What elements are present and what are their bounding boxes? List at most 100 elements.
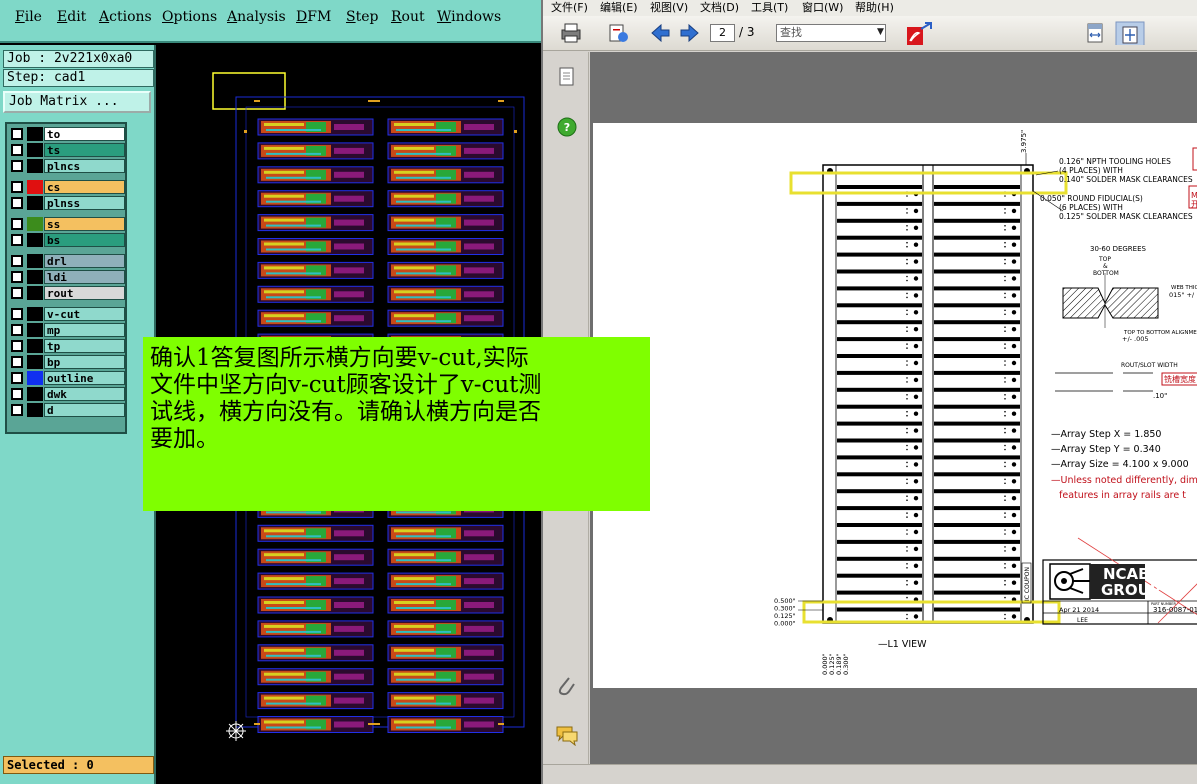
board-dot	[1004, 465, 1006, 468]
layer-checkbox[interactable]	[11, 287, 23, 299]
layer-row-rout[interactable]: rout	[9, 286, 125, 300]
pdf-menu-help[interactable]: 帮助(H)	[855, 0, 894, 15]
layer-row-outline[interactable]: outline	[9, 371, 125, 385]
board-dot	[1004, 292, 1006, 295]
layer-row-bp[interactable]: bp	[9, 355, 125, 369]
layer-checkbox[interactable]	[11, 218, 23, 230]
layer-checkbox[interactable]	[11, 388, 23, 400]
layer-checkbox[interactable]	[11, 234, 23, 246]
layer-row-tp[interactable]: tp	[9, 339, 125, 353]
layer-row-mp[interactable]: mp	[9, 323, 125, 337]
board-dot	[1004, 533, 1006, 535]
board-strip	[934, 303, 1020, 308]
next-page-icon[interactable]	[679, 21, 701, 45]
layer-checkbox[interactable]	[11, 144, 23, 156]
properties-icon[interactable]	[607, 21, 631, 45]
layer-row-v-cut[interactable]: v-cut	[9, 307, 125, 321]
attachment-icon[interactable]	[555, 674, 577, 698]
board-dot	[1004, 596, 1006, 599]
board-strip	[837, 573, 922, 578]
board-hole	[1011, 546, 1017, 552]
job-matrix-button[interactable]: Job Matrix ...	[3, 91, 151, 113]
print-icon[interactable]	[559, 21, 583, 45]
layer-row-dwk[interactable]: dwk	[9, 387, 125, 401]
fit-page-icon[interactable]	[1115, 21, 1145, 45]
board-trace	[334, 291, 364, 298]
menu-options[interactable]: Options	[162, 9, 217, 25]
layer-checkbox[interactable]	[11, 308, 23, 320]
layer-checkbox[interactable]	[11, 340, 23, 352]
pdf-statusbar	[543, 764, 1197, 784]
board-silk	[394, 242, 434, 246]
menu-actions[interactable]: Actions	[99, 9, 152, 25]
pdf-menu-document[interactable]: 文档(D)	[700, 0, 739, 15]
layer-checkbox[interactable]	[11, 356, 23, 368]
layer-row-ts[interactable]: ts	[9, 143, 125, 157]
layer-checkbox[interactable]	[11, 181, 23, 193]
board-hole	[913, 327, 919, 332]
board-trace	[464, 291, 494, 298]
pdf-menu-edit[interactable]: 编辑(E)	[600, 0, 638, 15]
board-text	[396, 678, 451, 681]
board-dot	[906, 516, 908, 518]
comments-icon[interactable]	[554, 724, 580, 746]
board-trace	[334, 267, 364, 274]
board-strip	[837, 218, 922, 223]
menu-file[interactable]: File	[15, 9, 42, 25]
board-dot	[1004, 546, 1006, 548]
board-hole	[913, 512, 919, 518]
layer-row-plncs[interactable]: plncs	[9, 159, 125, 173]
pdf-menu-view[interactable]: 视图(V)	[650, 0, 688, 15]
pdf-create-icon[interactable]	[905, 21, 933, 45]
layer-row-ldi[interactable]: ldi	[9, 270, 125, 284]
board-strip	[837, 370, 922, 375]
board-text	[266, 152, 321, 155]
document-view[interactable]: 3.975" 0.126" NPTH TOOLING HOLES (4 PLACES…	[590, 52, 1197, 764]
layer-row-to[interactable]: to	[9, 127, 125, 141]
board-dot	[1004, 296, 1006, 299]
menu-rout[interactable]: Rout	[391, 9, 425, 25]
pages-icon[interactable]	[557, 66, 577, 88]
layer-row-cs[interactable]: cs	[9, 180, 125, 194]
menu-edit[interactable]: Edit	[57, 9, 86, 25]
dim-left-label: 0.000"	[774, 620, 796, 628]
pdf-menu-window[interactable]: 窗口(W)	[802, 0, 843, 15]
page-number-input[interactable]: 2	[710, 24, 735, 42]
layer-checkbox[interactable]	[11, 271, 23, 283]
board-hole	[1011, 563, 1017, 568]
layer-checkbox[interactable]	[11, 404, 23, 416]
note-line: 试线，横方向没有。请确认横方向是否	[150, 399, 541, 425]
previous-page-icon[interactable]	[649, 21, 671, 45]
layer-color-swatch	[27, 270, 43, 284]
menu-dfm[interactable]: DFM	[296, 9, 331, 25]
board-hole	[1011, 208, 1017, 214]
layer-row-ss[interactable]: ss	[9, 217, 125, 231]
board-strip	[934, 387, 1020, 392]
board-dot	[1004, 360, 1006, 362]
menu-windows[interactable]: Windows	[437, 9, 501, 25]
board-hole	[913, 259, 919, 264]
layer-checkbox[interactable]	[11, 324, 23, 336]
find-input[interactable]: 查找	[776, 24, 886, 42]
layer-name: plnss	[44, 196, 125, 210]
layer-checkbox[interactable]	[11, 372, 23, 384]
layer-color-swatch	[27, 196, 43, 210]
layer-checkbox[interactable]	[11, 160, 23, 172]
fit-width-icon[interactable]	[1083, 21, 1107, 45]
board-text	[266, 559, 321, 562]
menu-analysis[interactable]: Analysis	[227, 9, 286, 25]
pdf-menu-file[interactable]: 文件(F)	[551, 0, 588, 15]
layer-checkbox[interactable]	[11, 197, 23, 209]
layer-row-drl[interactable]: drl	[9, 254, 125, 268]
layer-checkbox[interactable]	[11, 128, 23, 140]
layer-row-plnss[interactable]: plnss	[9, 196, 125, 210]
pdf-menu-tools[interactable]: 工具(T)	[751, 0, 788, 15]
layer-row-d[interactable]: d	[9, 403, 125, 417]
find-dropdown-icon[interactable]: ▼	[877, 27, 884, 37]
board-dot	[906, 431, 908, 434]
menu-step[interactable]: Step	[346, 9, 378, 25]
help-icon[interactable]: ?	[557, 117, 577, 137]
layer-row-bs[interactable]: bs	[9, 233, 125, 247]
layer-checkbox[interactable]	[11, 255, 23, 267]
board-text	[266, 583, 321, 586]
